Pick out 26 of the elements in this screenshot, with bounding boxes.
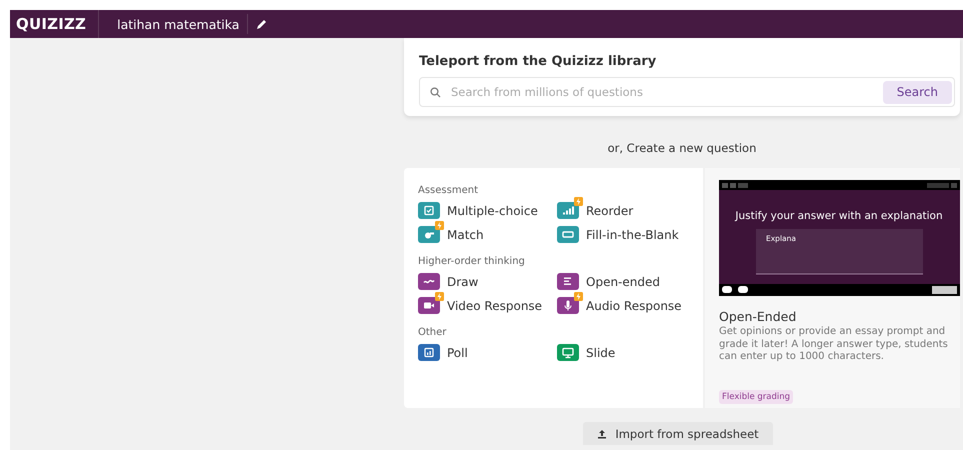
group-heading: Assessment — [418, 185, 478, 196]
pencil-icon[interactable] — [256, 18, 268, 30]
preview-title: Open-Ended — [719, 309, 796, 324]
search-icon — [430, 86, 441, 98]
question-type-item[interactable]: Reorder — [557, 197, 636, 219]
group-heading: Higher-order thinking — [418, 256, 525, 267]
feature-tag: Flexible grading — [719, 390, 794, 404]
preview-description: Get opinions or provide an essay prompt and grade it later! A longer answer type, students can enter up to 1000 characters. — [719, 326, 949, 364]
question-type-item[interactable]: Match — [418, 221, 486, 243]
upload-icon — [597, 428, 608, 438]
question-type-item[interactable]: Fill-in-the-Blank — [557, 221, 681, 243]
library-title: Teleport from the Quizizz library — [419, 54, 656, 69]
search-field[interactable]: Search from millions of questions Search — [419, 77, 955, 107]
group-heading: Other — [418, 327, 446, 338]
question-type-item[interactable]: Video Response — [418, 292, 544, 314]
question-type-item[interactable]: Multiple-choice — [418, 197, 540, 219]
question-type-item[interactable]: Open-ended — [557, 268, 662, 290]
search-button[interactable]: Search — [882, 80, 952, 104]
import-button[interactable]: Import from spreadsheet — [583, 422, 773, 445]
quiz-title: latihan matematika — [99, 14, 248, 34]
create-question-text: or, Create a new question — [608, 141, 756, 155]
question-type-item[interactable]: Draw — [418, 268, 480, 290]
question-type-item[interactable]: Slide — [557, 339, 618, 361]
question-type-item[interactable]: Poll — [418, 339, 470, 361]
question-type-item[interactable]: Audio Response — [557, 292, 684, 314]
preview-question: Justify your answer with an explanation — [735, 210, 943, 222]
